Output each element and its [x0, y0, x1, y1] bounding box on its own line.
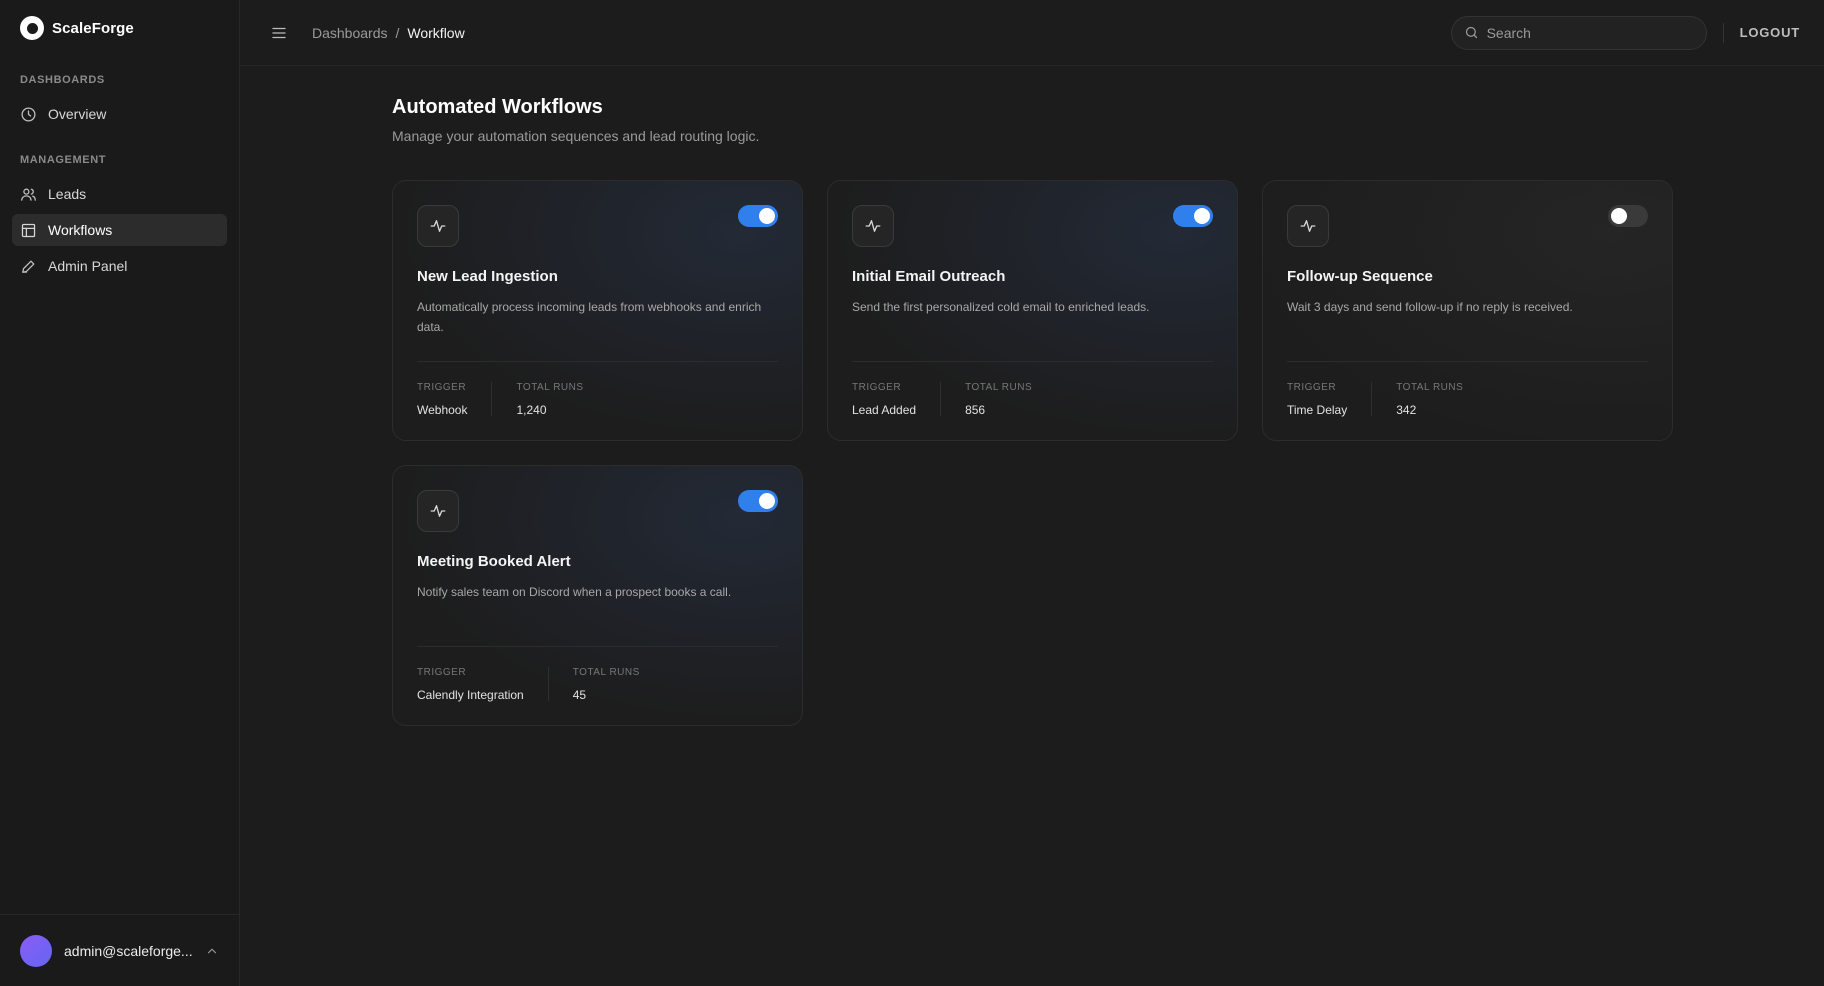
runs-value: 342: [1396, 403, 1417, 417]
runs-value: 1,240: [516, 403, 547, 417]
activity-icon: [417, 490, 459, 532]
activity-icon: [417, 205, 459, 247]
search-icon: [1465, 26, 1477, 39]
trigger-value: Lead Added: [852, 403, 917, 417]
sidebar-item-workflows[interactable]: Workflows: [12, 214, 227, 246]
sidebar-item-label: Workflows: [48, 222, 113, 238]
workflow-stats: TRIGGER Time Delay TOTAL RUNS 342: [1287, 382, 1648, 417]
sidebar-item-label: Overview: [48, 106, 107, 122]
workflow-toggle[interactable]: [738, 205, 778, 227]
topbar-divider: [1722, 22, 1724, 43]
runs-value: 45: [572, 688, 587, 702]
runs-stat: TOTAL RUNS 45: [573, 667, 640, 702]
workflow-stats: TRIGGER Webhook TOTAL RUNS 1,240: [417, 382, 778, 417]
page-content: Automated Workflows Manage your automati…: [240, 66, 1824, 726]
sidebar-item-leads[interactable]: Leads: [12, 178, 227, 210]
workflow-title: Meeting Booked Alert: [417, 553, 571, 570]
breadcrumb-dashboards[interactable]: Dashboards: [312, 25, 388, 41]
card-divider: [1287, 361, 1648, 362]
breadcrumb-separator: /: [395, 24, 400, 41]
trigger-stat: TRIGGER Time Delay: [1287, 382, 1347, 417]
trigger-stat: TRIGGER Lead Added: [852, 382, 916, 417]
logout-button[interactable]: LOGOUT: [1740, 25, 1800, 40]
brand-logo-icon: [20, 16, 44, 40]
clock-icon: [21, 106, 36, 122]
user-menu[interactable]: admin@scaleforge...: [0, 914, 239, 986]
workflow-description: Send the first personalized cold email t…: [852, 300, 1150, 314]
search-input[interactable]: [1486, 24, 1687, 41]
avatar: [20, 934, 52, 967]
sidebar: ScaleForge DASHBOARDS Overview MANAGEMEN…: [0, 0, 240, 986]
breadcrumb-current: Workflow: [407, 24, 465, 41]
workflow-title: Follow-up Sequence: [1287, 268, 1433, 285]
workflow-description: Automatically process incoming leads fro…: [417, 300, 762, 334]
workflow-description: Notify sales team on Discord when a pros…: [417, 585, 732, 599]
card-divider: [417, 646, 778, 647]
topbar-actions: LOGOUT: [1450, 15, 1800, 50]
user-email: admin@scaleforge...: [64, 942, 193, 959]
trigger-label: TRIGGER: [1287, 382, 1337, 393]
section-label-management: MANAGEMENT: [20, 154, 107, 166]
workflow-stats: TRIGGER Calendly Integration TOTAL RUNS …: [417, 667, 778, 702]
main-area: Dashboards / Workflow LOGOUT Automated W…: [240, 0, 1824, 986]
runs-label: TOTAL RUNS: [572, 667, 640, 678]
sidebar-item-admin-panel[interactable]: Admin Panel: [12, 250, 227, 282]
workflow-toggle[interactable]: [1173, 205, 1213, 227]
stat-divider: [1371, 382, 1373, 416]
stat-divider: [547, 667, 549, 701]
workflow-card[interactable]: Meeting Booked Alert Notify sales team o…: [392, 465, 803, 726]
pen-icon: [22, 260, 35, 273]
trigger-value: Time Delay: [1287, 403, 1348, 417]
layout-icon: [21, 223, 36, 237]
runs-label: TOTAL RUNS: [516, 382, 584, 393]
sidebar-item-label: Leads: [48, 186, 87, 202]
runs-label: TOTAL RUNS: [1396, 382, 1464, 393]
sidebar-item-label: Admin Panel: [48, 258, 128, 274]
page-title: Automated Workflows: [392, 96, 603, 118]
sidebar-item-overview[interactable]: Overview: [12, 98, 227, 130]
trigger-label: TRIGGER: [852, 382, 902, 393]
section-label-dashboards: DASHBOARDS: [20, 74, 105, 86]
runs-stat: TOTAL RUNS 856: [965, 382, 1032, 417]
workflow-stats: TRIGGER Lead Added TOTAL RUNS 856: [852, 382, 1213, 417]
workflow-grid: New Lead Ingestion Automatically process…: [392, 180, 1824, 726]
workflow-title: New Lead Ingestion: [417, 268, 558, 285]
workflow-card[interactable]: New Lead Ingestion Automatically process…: [392, 180, 803, 441]
workflow-toggle[interactable]: [1608, 205, 1648, 227]
card-divider: [417, 361, 778, 362]
trigger-stat: TRIGGER Calendly Integration: [417, 667, 524, 702]
trigger-value: Calendly Integration: [417, 688, 524, 702]
chevron-up-icon: [207, 948, 217, 953]
card-divider: [852, 361, 1213, 362]
runs-stat: TOTAL RUNS 342: [1396, 382, 1463, 417]
activity-icon: [1287, 205, 1329, 247]
topbar: Dashboards / Workflow LOGOUT: [240, 0, 1824, 66]
page-subtitle: Manage your automation sequences and lea…: [392, 128, 760, 144]
users-icon: [21, 188, 36, 201]
search-box[interactable]: [1450, 15, 1707, 50]
menu-icon[interactable]: [270, 24, 288, 42]
trigger-label: TRIGGER: [417, 667, 467, 678]
trigger-stat: TRIGGER Webhook: [417, 382, 467, 417]
stat-divider: [491, 382, 493, 416]
workflow-title: Initial Email Outreach: [852, 268, 1006, 285]
brand-name: ScaleForge: [52, 19, 134, 37]
activity-icon: [852, 205, 894, 247]
workflow-description: Wait 3 days and send follow-up if no rep…: [1287, 300, 1573, 314]
workflow-card[interactable]: Follow-up Sequence Wait 3 days and send …: [1262, 180, 1673, 441]
trigger-label: TRIGGER: [417, 382, 467, 393]
brand[interactable]: ScaleForge: [0, 0, 239, 56]
trigger-value: Webhook: [417, 403, 468, 417]
runs-value: 856: [965, 403, 986, 417]
stat-divider: [940, 382, 942, 416]
workflow-card[interactable]: Initial Email Outreach Send the first pe…: [827, 180, 1238, 441]
runs-label: TOTAL RUNS: [965, 382, 1033, 393]
runs-stat: TOTAL RUNS 1,240: [516, 382, 583, 417]
workflow-toggle[interactable]: [738, 490, 778, 512]
breadcrumb: Dashboards / Workflow: [312, 25, 465, 41]
app-shell: ScaleForge DASHBOARDS Overview MANAGEMEN…: [0, 0, 1824, 986]
